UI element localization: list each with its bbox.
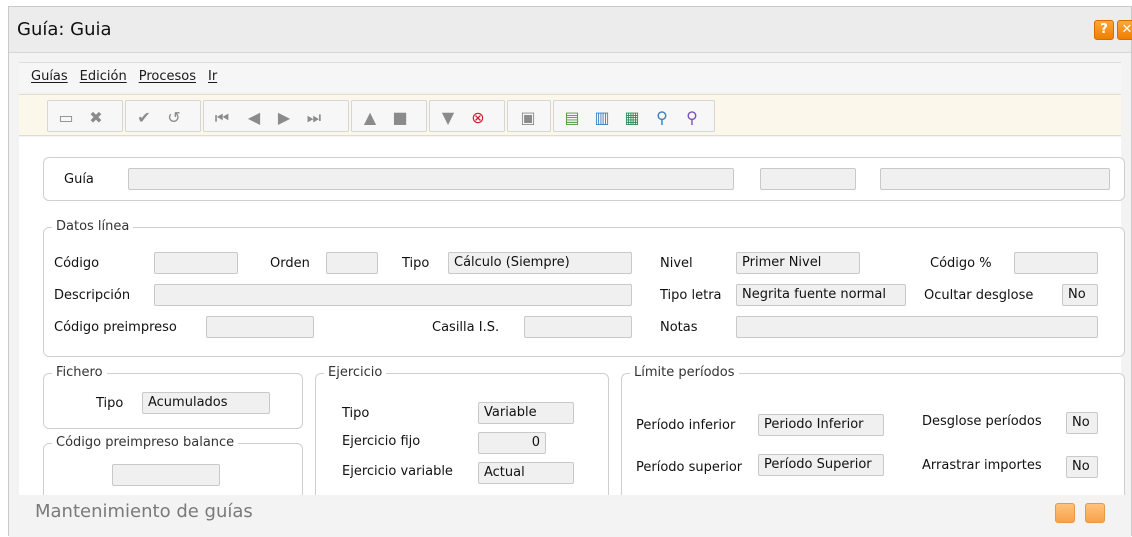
desglose-periodos-label: Desglose períodos (922, 414, 1042, 429)
nivel-label: Nivel (660, 256, 693, 271)
datos-linea-legend: Datos línea (52, 219, 134, 234)
search-icon[interactable]: ⚲ (652, 108, 672, 128)
fichero-box: Fichero Tipo Acumulados (43, 365, 303, 429)
desglose-periodos-select[interactable]: No (1066, 412, 1098, 434)
previous-icon[interactable]: ◀ (244, 108, 264, 128)
form-area: Guía Datos línea Código Orden Tipo Cálcu… (19, 137, 1125, 513)
status-text: Mantenimiento de guías (35, 501, 253, 522)
toolbar-group-edit: ▭ ✖ (47, 100, 123, 132)
delete-icon[interactable]: ✖ (86, 108, 106, 128)
toolbar-group-filter: ▼ ⊗ (429, 100, 505, 132)
casilla-input[interactable] (524, 316, 632, 338)
note-icon[interactable]: ▣ (518, 108, 538, 128)
orden-label: Orden (270, 256, 310, 271)
ejercicio-box: Ejercicio Tipo Variable Ejercicio fijo 0… (315, 365, 609, 513)
codigo-pct-input[interactable] (1014, 252, 1098, 274)
datos-linea-box: Datos línea Código Orden Tipo Cálculo (S… (43, 219, 1125, 357)
status-bar: Mantenimiento de guías (9, 495, 1131, 537)
casilla-label: Casilla I.S. (432, 320, 500, 335)
clear-filter-icon[interactable]: ⊗ (468, 108, 488, 128)
first-icon[interactable]: ⏮ (212, 108, 232, 128)
nivel-select[interactable]: Primer Nivel (736, 252, 860, 274)
home-icon[interactable]: ▲ (360, 108, 380, 128)
arrastrar-importes-label: Arrastrar importes (922, 458, 1042, 473)
descripcion-label: Descripción (54, 288, 131, 303)
toolbar-group-mode: ▲ ■ (351, 100, 427, 132)
notas-input[interactable] (736, 316, 1098, 338)
toolbar: ▭ ✖ ✔ ↺ ⏮ ◀ ▶ ⏭ ▲ ■ ▼ ⊗ ▣ ▤ ▥ ▦ ⚲ ⚲ (19, 94, 1121, 136)
ejercicio-tipo-label: Tipo (342, 406, 370, 421)
restore-icon[interactable] (1055, 503, 1075, 523)
stop-icon[interactable]: ■ (390, 108, 410, 128)
preimpreso-balance-legend: Código preimpreso balance (52, 435, 239, 450)
toolbar-group-nav: ⏮ ◀ ▶ ⏭ (203, 100, 349, 132)
fichero-tipo-label: Tipo (96, 396, 124, 411)
filter-icon[interactable]: ▼ (438, 108, 458, 128)
ejercicio-fijo-input[interactable]: 0 (478, 432, 546, 454)
notas-label: Notas (660, 320, 698, 335)
ejercicio-variable-select[interactable]: Actual (478, 462, 574, 484)
help-button[interactable]: ? (1094, 20, 1114, 40)
excel-icon[interactable]: ▦ (622, 108, 642, 128)
menu-procesos[interactable]: Procesos (139, 69, 196, 84)
fichero-tipo-select[interactable]: Acumulados (142, 392, 270, 414)
window-title: Guía: Guia (17, 19, 112, 40)
codigo-input[interactable] (154, 252, 238, 274)
import-icon[interactable]: ▥ (592, 108, 612, 128)
undo-icon[interactable]: ↺ (164, 108, 184, 128)
codigo-preimpreso-label: Código preimpreso (54, 320, 177, 335)
title-bar: Guía: Guia ? ✕ (9, 7, 1132, 53)
menu-ir[interactable]: Ir (208, 69, 217, 84)
export-icon[interactable]: ▤ (562, 108, 582, 128)
periodo-superior-select[interactable]: Período Superior (758, 454, 884, 476)
preimpreso-balance-input[interactable] (112, 464, 220, 486)
accept-icon[interactable]: ✔ (134, 108, 154, 128)
menu-edicion[interactable]: Edición (80, 69, 127, 84)
ejercicio-variable-label: Ejercicio variable (342, 464, 453, 479)
tipo-select[interactable]: Cálculo (Siempre) (448, 252, 632, 274)
window: Guía: Guia ? ✕ Guías Edición Procesos Ir ▭ … (8, 6, 1132, 537)
search-advanced-icon[interactable]: ⚲ (682, 108, 702, 128)
codigo-label: Código (54, 256, 100, 271)
fichero-legend: Fichero (52, 365, 107, 380)
ejercicio-legend: Ejercicio (324, 365, 387, 380)
guia-label: Guía (64, 172, 94, 187)
guia-input-2[interactable] (760, 168, 856, 190)
close-button[interactable]: ✕ (1117, 20, 1132, 40)
guia-input-3[interactable] (880, 168, 1110, 190)
ocultar-desglose-select[interactable]: No (1062, 284, 1098, 306)
ejercicio-fijo-label: Ejercicio fijo (342, 434, 421, 449)
ocultar-desglose-label: Ocultar desglose (924, 288, 1034, 303)
toolbar-group-tools: ▤ ▥ ▦ ⚲ ⚲ (553, 100, 715, 132)
toolbar-group-note: ▣ (507, 100, 551, 132)
toolbar-group-confirm: ✔ ↺ (125, 100, 201, 132)
arrastrar-importes-select[interactable]: No (1066, 456, 1098, 478)
guia-input[interactable] (128, 168, 734, 190)
codigo-pct-label: Código % (930, 256, 992, 271)
next-icon[interactable]: ▶ (274, 108, 294, 128)
menu-bar: Guías Edición Procesos Ir (19, 62, 1121, 92)
tipo-letra-label: Tipo letra (660, 288, 722, 303)
periodo-inferior-label: Período inferior (636, 418, 736, 433)
last-icon[interactable]: ⏭ (304, 108, 324, 128)
minimize-icon[interactable] (1085, 503, 1105, 523)
periodo-superior-label: Período superior (636, 460, 743, 475)
tipo-label: Tipo (402, 256, 430, 271)
limite-periodos-legend: Límite períodos (630, 365, 739, 380)
tipo-letra-select[interactable]: Negrita fuente normal (736, 284, 906, 306)
ejercicio-tipo-select[interactable]: Variable (478, 402, 574, 424)
descripcion-input[interactable] (154, 284, 632, 306)
orden-input[interactable] (326, 252, 378, 274)
codigo-preimpreso-input[interactable] (206, 316, 314, 338)
new-icon[interactable]: ▭ (56, 108, 76, 128)
menu-guias[interactable]: Guías (31, 69, 68, 84)
periodo-inferior-select[interactable]: Periodo Inferior (758, 414, 884, 436)
guia-box: Guía (43, 157, 1125, 201)
limite-periodos-box: Límite períodos Período inferior Periodo… (621, 365, 1125, 513)
